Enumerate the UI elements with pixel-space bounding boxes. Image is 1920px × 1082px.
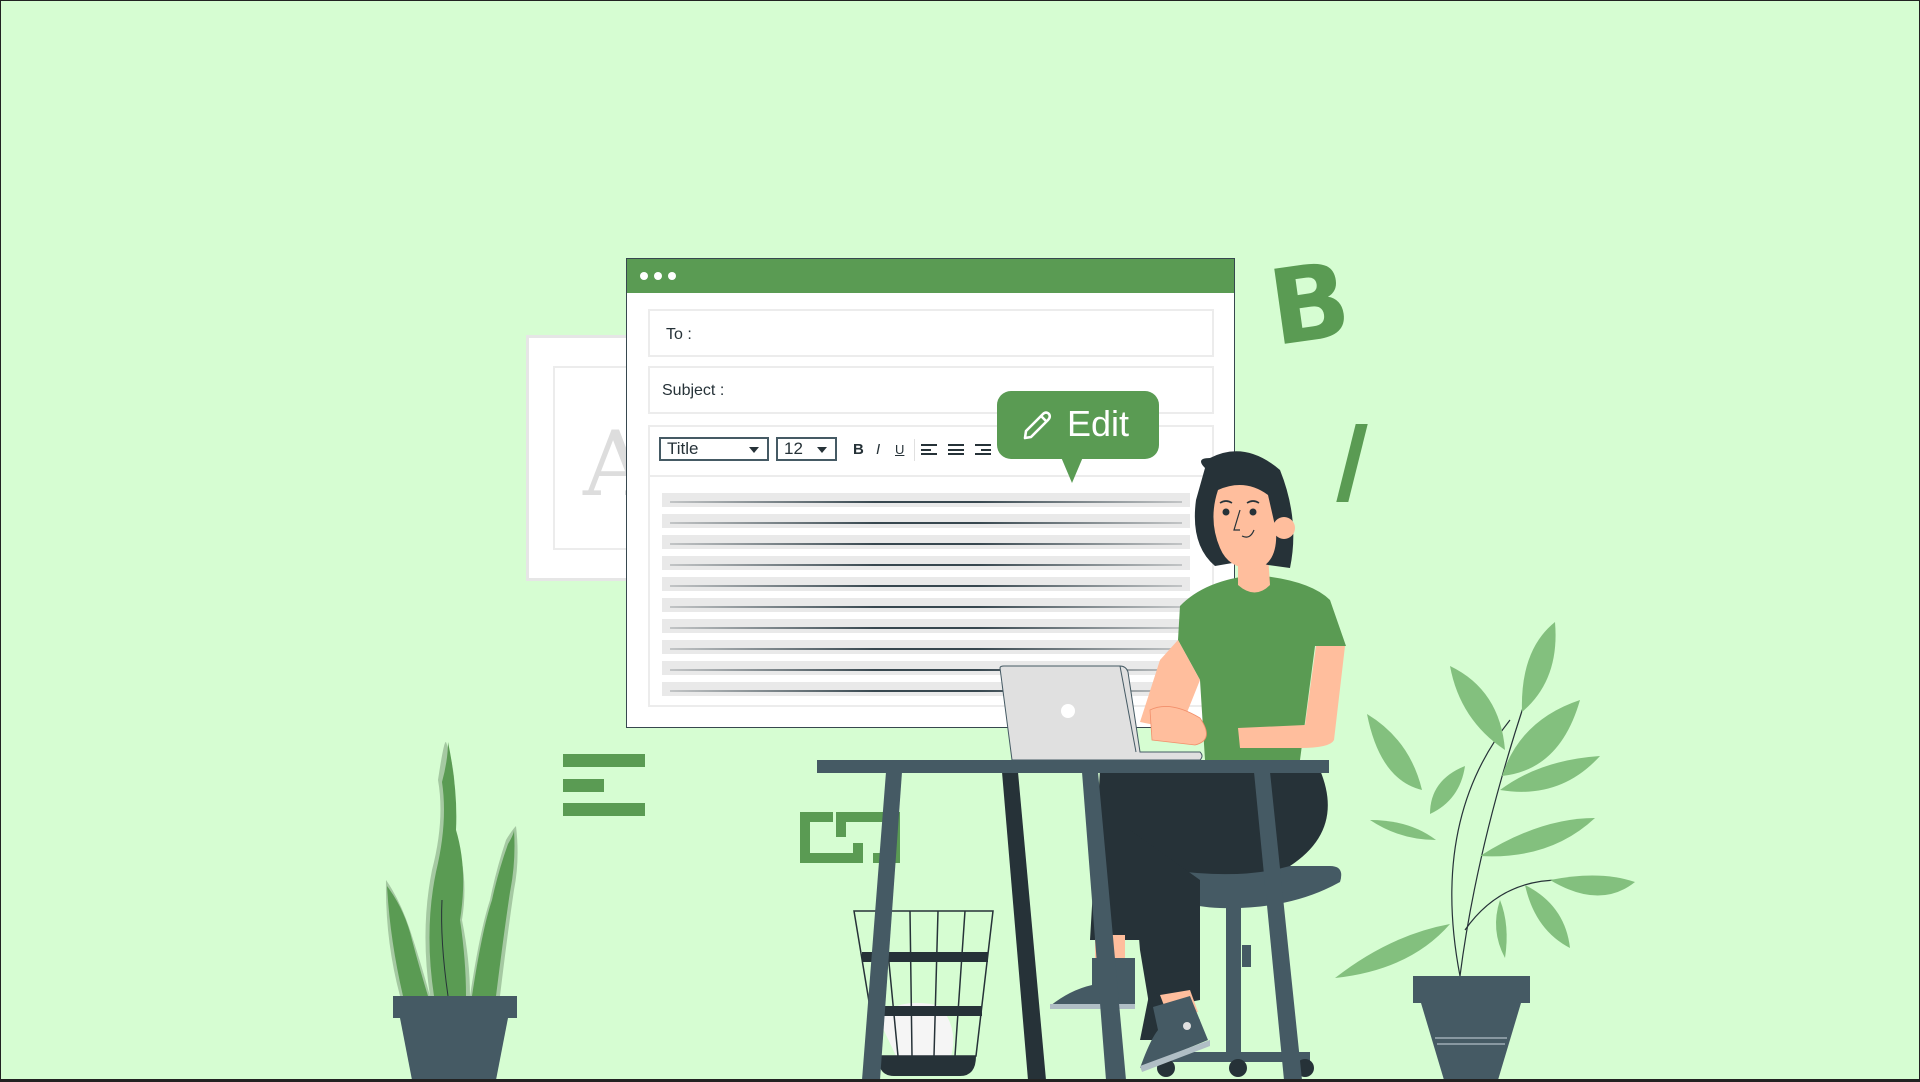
leafy-plant bbox=[1335, 622, 1635, 1080]
snake-plant bbox=[385, 741, 518, 1080]
laptop-logo-icon bbox=[1061, 704, 1075, 718]
illustration-scene bbox=[385, 451, 1635, 1080]
